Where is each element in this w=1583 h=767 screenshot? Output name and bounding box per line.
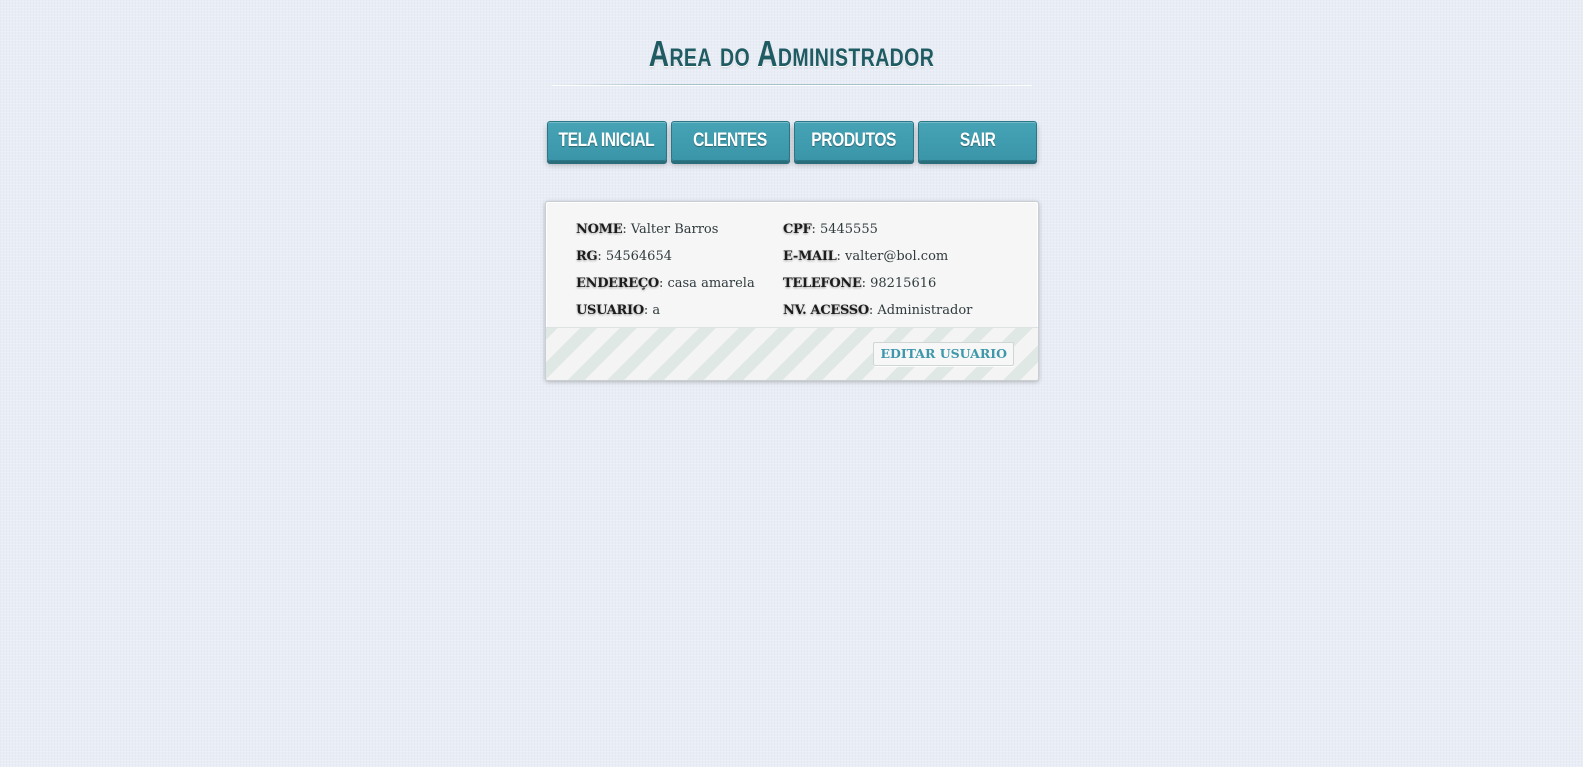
field-endereco: ENDEREÇO: casa amarela [576, 276, 755, 291]
field-nivel-acesso: NV. ACESSO: Administrador [783, 303, 973, 318]
field-value: Valter Barros [630, 222, 719, 237]
field-value: 54564654 [605, 249, 672, 264]
nav-label: PRODUTOS [811, 130, 897, 151]
field-label: NOME [576, 222, 623, 237]
card-footer: EDITAR USUARIO [546, 327, 1038, 380]
field-usuario: USUARIO: a [576, 303, 661, 318]
user-details-card: NOME: Valter Barros CPF: 5445555 RG: 545… [545, 201, 1039, 381]
nav-label: TELA INICIAL [558, 130, 655, 151]
field-cpf: CPF: 5445555 [783, 222, 878, 237]
nav-button-clientes[interactable]: CLIENTES [670, 121, 790, 161]
field-email: E-MAIL: valter@bol.com [783, 249, 949, 264]
field-value: 98215616 [870, 276, 937, 291]
main-nav: TELA INICIAL CLIENTES PRODUTOS SAIR [547, 121, 1037, 163]
field-label: RG [576, 249, 598, 264]
nav-label: SAIR [959, 130, 996, 151]
title-divider [552, 84, 1032, 85]
field-value: a [652, 303, 661, 318]
field-label: E-MAIL [783, 249, 837, 264]
nav-button-sair[interactable]: SAIR [917, 121, 1037, 161]
field-rg: RG: 54564654 [576, 249, 672, 264]
page-title: Area do Administrador [648, 33, 935, 74]
field-label: TELEFONE [783, 276, 862, 291]
field-value: Administrador [877, 303, 973, 318]
edit-user-button[interactable]: EDITAR USUARIO [873, 342, 1014, 366]
field-value: valter@bol.com [844, 249, 949, 264]
field-nome: NOME: Valter Barros [576, 222, 719, 237]
field-label: USUARIO [576, 303, 644, 318]
nav-label: CLIENTES [693, 130, 768, 151]
field-label: NV. ACESSO [783, 303, 869, 318]
nav-button-tela-inicial[interactable]: TELA INICIAL [547, 121, 667, 161]
field-value: 5445555 [819, 222, 878, 237]
field-telefone: TELEFONE: 98215616 [783, 276, 937, 291]
nav-button-produtos[interactable]: PRODUTOS [794, 121, 914, 161]
field-value: casa amarela [667, 276, 755, 291]
field-label: ENDEREÇO [576, 276, 659, 291]
field-label: CPF [783, 222, 812, 237]
